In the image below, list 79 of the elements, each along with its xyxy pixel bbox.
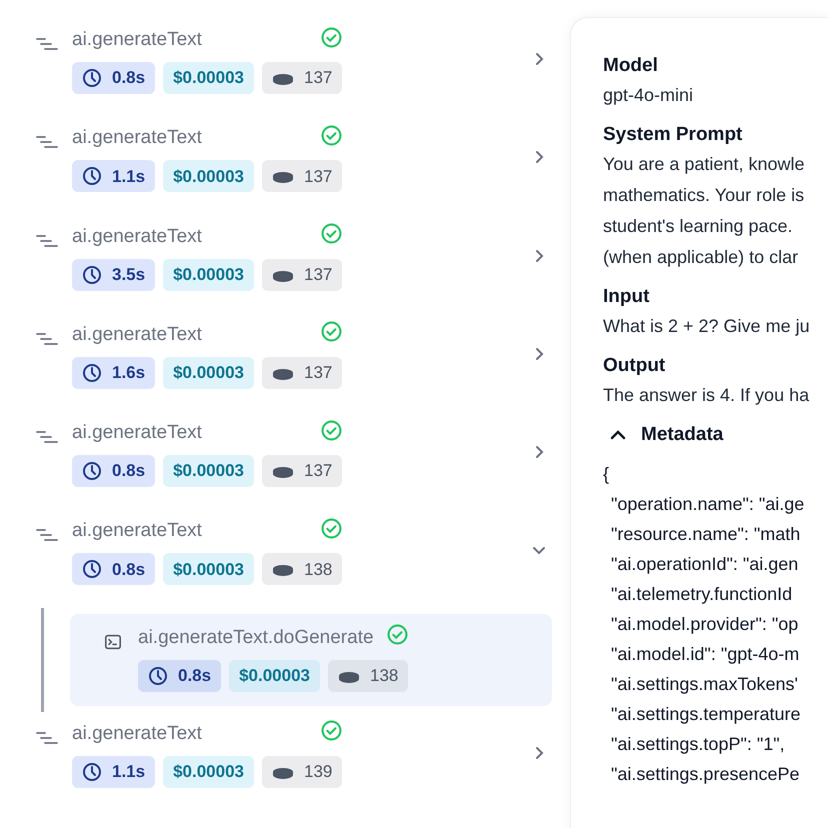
duration-badge: 0.8s (138, 660, 222, 692)
child-span-row[interactable]: ai.generateText.doGenerate 0.8s $0.00003 138 (70, 614, 552, 706)
span-row[interactable]: ai.generateText 1.1s $0.00003 137 (34, 124, 570, 223)
span-name: ai.generateText (72, 322, 202, 347)
json-line: "ai.telemetry.functionId (610, 583, 794, 606)
clock-icon (82, 264, 102, 285)
span-row[interactable]: ai.generateText 1.6s $0.00003 137 (34, 320, 570, 420)
token-count-badge: 137 (262, 160, 342, 192)
token-count-badge: 137 (262, 455, 342, 488)
section-value: What is 2 + 2? Give me ju (603, 315, 811, 338)
section-label: Input (603, 285, 650, 309)
span-row[interactable]: ai.generateText 0.8s $0.00003 138 (34, 517, 570, 616)
json-line: "resource.name": "math (610, 523, 802, 546)
duration-badge: 1.1s (72, 160, 156, 192)
json-line: "ai.settings.temperature (610, 703, 802, 726)
clock-icon (148, 666, 168, 686)
json-line: "ai.settings.maxTokens' (610, 673, 799, 696)
terminal-icon (102, 634, 124, 650)
section-value: gpt-4o-mini (603, 84, 694, 107)
duration-badge: 0.8s (72, 455, 156, 488)
json-line: "ai.model.provider": "op (610, 613, 800, 636)
cost-badge: $0.00003 (163, 160, 254, 192)
cost-badge: $0.00003 (163, 356, 254, 389)
steps-icon (36, 527, 58, 544)
clock-icon (82, 559, 102, 580)
prompt-line: You are a patient, knowle (603, 153, 806, 176)
span-row[interactable]: ai.generateText 3.5s $0.00003 137 (34, 222, 570, 321)
span-row[interactable]: ai.generateText 1.1s $0.00003 139 (34, 720, 570, 818)
token-count-badge: 137 (262, 258, 342, 291)
steps-icon (36, 429, 58, 446)
steps-icon (36, 36, 58, 52)
span-name: ai.generateText (72, 224, 202, 249)
span-name: ai.generateText (72, 421, 202, 446)
span-row[interactable]: ai.generateText 0.8s $0.00003 137 (34, 419, 570, 518)
token-count-badge: 137 (262, 356, 342, 389)
duration-badge: 0.8s (72, 553, 156, 586)
duration-badge: 1.1s (72, 756, 156, 788)
clock-icon (82, 762, 102, 782)
json-line: "ai.settings.topP": "1", (610, 733, 786, 756)
metadata-toggle[interactable]: Metadata (641, 421, 724, 449)
cost-badge: $0.00003 (163, 258, 254, 291)
steps-icon (36, 232, 58, 249)
token-count-badge: 138 (328, 660, 408, 692)
duration-badge: 0.8s (72, 62, 156, 94)
json-line: "ai.model.id": "gpt-4o-m (610, 643, 800, 666)
json-line: { (603, 463, 610, 486)
span-name: ai.generateText (72, 126, 202, 150)
section-label: Output (603, 354, 666, 378)
cost-badge: $0.00003 (163, 62, 254, 94)
prompt-line: student's learning pace. (603, 215, 794, 238)
span-name: ai.generateText (72, 722, 202, 746)
span-name: ai.generateText (72, 519, 202, 544)
duration-badge: 1.6s (72, 356, 156, 389)
prompt-line: (when applicable) to clar (603, 246, 800, 269)
section-label: Model (603, 54, 659, 78)
token-count-badge: 138 (262, 553, 342, 586)
steps-icon (36, 330, 58, 347)
steps-icon (36, 134, 58, 150)
span-row[interactable]: ai.generateText 0.8s $0.00003 137 (34, 26, 570, 124)
token-count-badge: 139 (262, 756, 342, 788)
cost-badge: $0.00003 (163, 756, 254, 788)
section-label: System Prompt (603, 123, 744, 147)
token-count-badge: 137 (262, 62, 342, 94)
span-name: ai.generateText (72, 28, 202, 52)
cost-badge: $0.00003 (229, 660, 320, 692)
span-name: ai.generateText.doGenerate (138, 626, 374, 650)
json-line: "ai.settings.presencePe (610, 763, 800, 786)
clock-icon (82, 461, 102, 482)
duration-badge: 3.5s (72, 258, 156, 291)
cost-badge: $0.00003 (163, 455, 254, 488)
cost-badge: $0.00003 (163, 553, 254, 586)
clock-icon (82, 362, 102, 383)
section-value: The answer is 4. If you ha (603, 384, 810, 407)
clock-icon (82, 68, 102, 88)
json-line: "ai.operationId": "ai.gen (610, 553, 800, 576)
steps-icon (36, 730, 58, 746)
json-line: "operation.name": "ai.ge (610, 493, 806, 516)
prompt-line: mathematics. Your role is (603, 184, 806, 207)
clock-icon (82, 166, 102, 186)
